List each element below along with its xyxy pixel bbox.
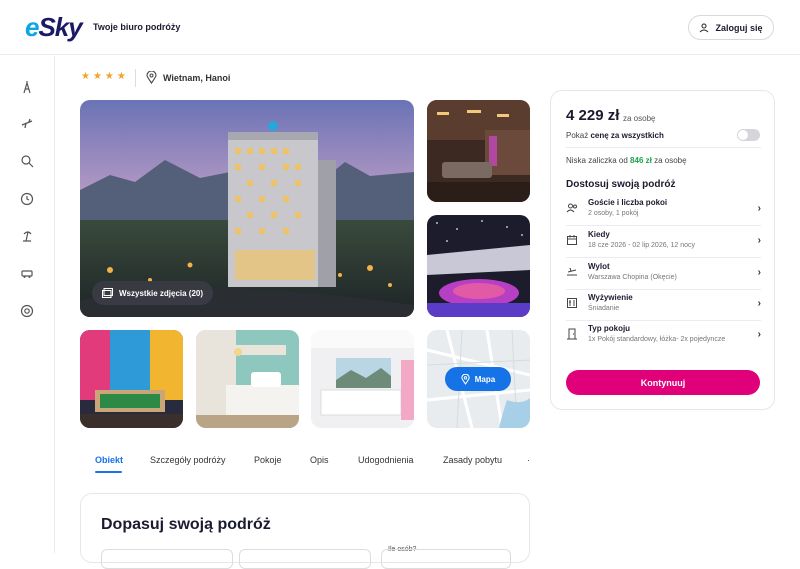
- lobby-image: [427, 100, 530, 202]
- meta-divider: [135, 69, 136, 87]
- active-tab-indicator: [95, 471, 122, 473]
- flight-icon[interactable]: [20, 117, 34, 131]
- tab-udogodnienia[interactable]: Udogodnienia: [358, 455, 414, 465]
- esky-logo[interactable]: eSky: [25, 12, 83, 43]
- left-sidebar: [0, 56, 55, 553]
- all-photos-button[interactable]: Wszystkie zdjęcia (20): [92, 281, 214, 305]
- show-total-price-label: Pokaż cenę za wszystkich: [566, 131, 664, 140]
- login-label: Zaloguj się: [715, 22, 763, 33]
- bright-room-image: [311, 330, 414, 428]
- chevron-right-icon: ›: [757, 298, 761, 309]
- row-divider: [566, 289, 761, 290]
- total-price-toggle[interactable]: [737, 129, 760, 141]
- users-icon: [566, 203, 577, 213]
- clock-icon[interactable]: [20, 192, 34, 206]
- price: 4 229 zł: [566, 107, 620, 124]
- plane-icon: [567, 267, 577, 276]
- trip-field-1[interactable]: [101, 549, 233, 569]
- calendar-icon: [567, 235, 577, 245]
- customize-title: Dostosuj swoją podróż: [566, 179, 676, 190]
- pin-icon: [146, 71, 157, 84]
- meal-row[interactable]: Wyżywienie Śniadanie ›: [566, 293, 761, 317]
- game-room-photo[interactable]: [80, 330, 183, 428]
- hotel-icon[interactable]: [20, 80, 34, 94]
- lobby-photo[interactable]: [427, 100, 530, 202]
- room-type-row[interactable]: Typ pokoju 1x Pokój standardowy, łóżka- …: [566, 324, 761, 358]
- row-divider: [566, 225, 761, 226]
- continue-button[interactable]: Kontynuuj: [566, 370, 760, 395]
- map-button[interactable]: Mapa: [445, 367, 511, 391]
- guests-field[interactable]: [381, 549, 511, 569]
- tab-pokoje[interactable]: Pokoje: [254, 455, 282, 465]
- panel-divider: [566, 147, 761, 148]
- row-divider: [566, 320, 761, 321]
- chevron-right-icon: ›: [757, 235, 761, 246]
- login-button[interactable]: Zaloguj się: [688, 15, 774, 40]
- row-divider: [566, 257, 761, 258]
- hotel-stars: ★★★★: [81, 71, 129, 82]
- map-thumbnail[interactable]: Mapa: [427, 330, 530, 428]
- deal-icon[interactable]: [20, 154, 34, 168]
- room-photo-2[interactable]: [311, 330, 414, 428]
- teal-room-image: [196, 330, 299, 428]
- dates-row[interactable]: Kiedy 18 cze 2026 - 02 lip 2026, 12 nocy…: [566, 230, 761, 254]
- chevron-right-icon: ›: [757, 267, 761, 278]
- gallery-icon: [102, 288, 113, 298]
- user-icon: [700, 23, 709, 32]
- chevron-right-icon: ›: [757, 329, 761, 340]
- car-icon[interactable]: [20, 266, 34, 280]
- top-header: eSky Twoje biuro podróży Zaloguj się: [0, 0, 800, 55]
- beach-icon[interactable]: [20, 229, 34, 243]
- trip-field-2[interactable]: [239, 549, 371, 569]
- price-per-person: za osobę: [623, 114, 656, 123]
- foosball-image: [80, 330, 183, 428]
- tab-szczegoly-podrozy[interactable]: Szczegóły podróży: [150, 455, 226, 465]
- flight-row[interactable]: Wylot Warszawa Chopina (Okęcie) ›: [566, 262, 761, 286]
- room-photo-1[interactable]: [196, 330, 299, 428]
- tab-obiekt[interactable]: Obiekt: [95, 455, 123, 465]
- hotel-location: Wietnam, Hanoi: [146, 71, 230, 84]
- chevron-right-icon: ›: [757, 203, 761, 214]
- meal-icon: [567, 298, 577, 308]
- deposit-info: Niska zaliczka od 846 zł za osobę: [566, 156, 687, 165]
- customize-trip-title: Dopasuj swoją podróż: [101, 516, 271, 533]
- pin-icon: [461, 373, 470, 385]
- section-tabs: Obiekt Szczegóły podróży Pokoje Opis Udo…: [80, 455, 535, 475]
- booking-panel: 4 229 zł za osobę Pokaż cenę za wszystki…: [550, 90, 775, 410]
- tab-zasady-pobytu[interactable]: Zasady pobytu: [443, 455, 502, 465]
- tagline: Twoje biuro podróży: [93, 22, 181, 32]
- lounge-image: [427, 215, 530, 317]
- main-hotel-photo[interactable]: Wszystkie zdjęcia (20): [80, 100, 414, 317]
- door-icon: [567, 328, 577, 340]
- support-icon[interactable]: [20, 304, 34, 318]
- tab-more[interactable]: ·: [527, 455, 530, 465]
- lounge-photo[interactable]: [427, 215, 530, 317]
- tab-opis[interactable]: Opis: [310, 455, 329, 465]
- guests-rooms-row[interactable]: Goście i liczba pokoi 2 osoby, 1 pokój ›: [566, 198, 761, 222]
